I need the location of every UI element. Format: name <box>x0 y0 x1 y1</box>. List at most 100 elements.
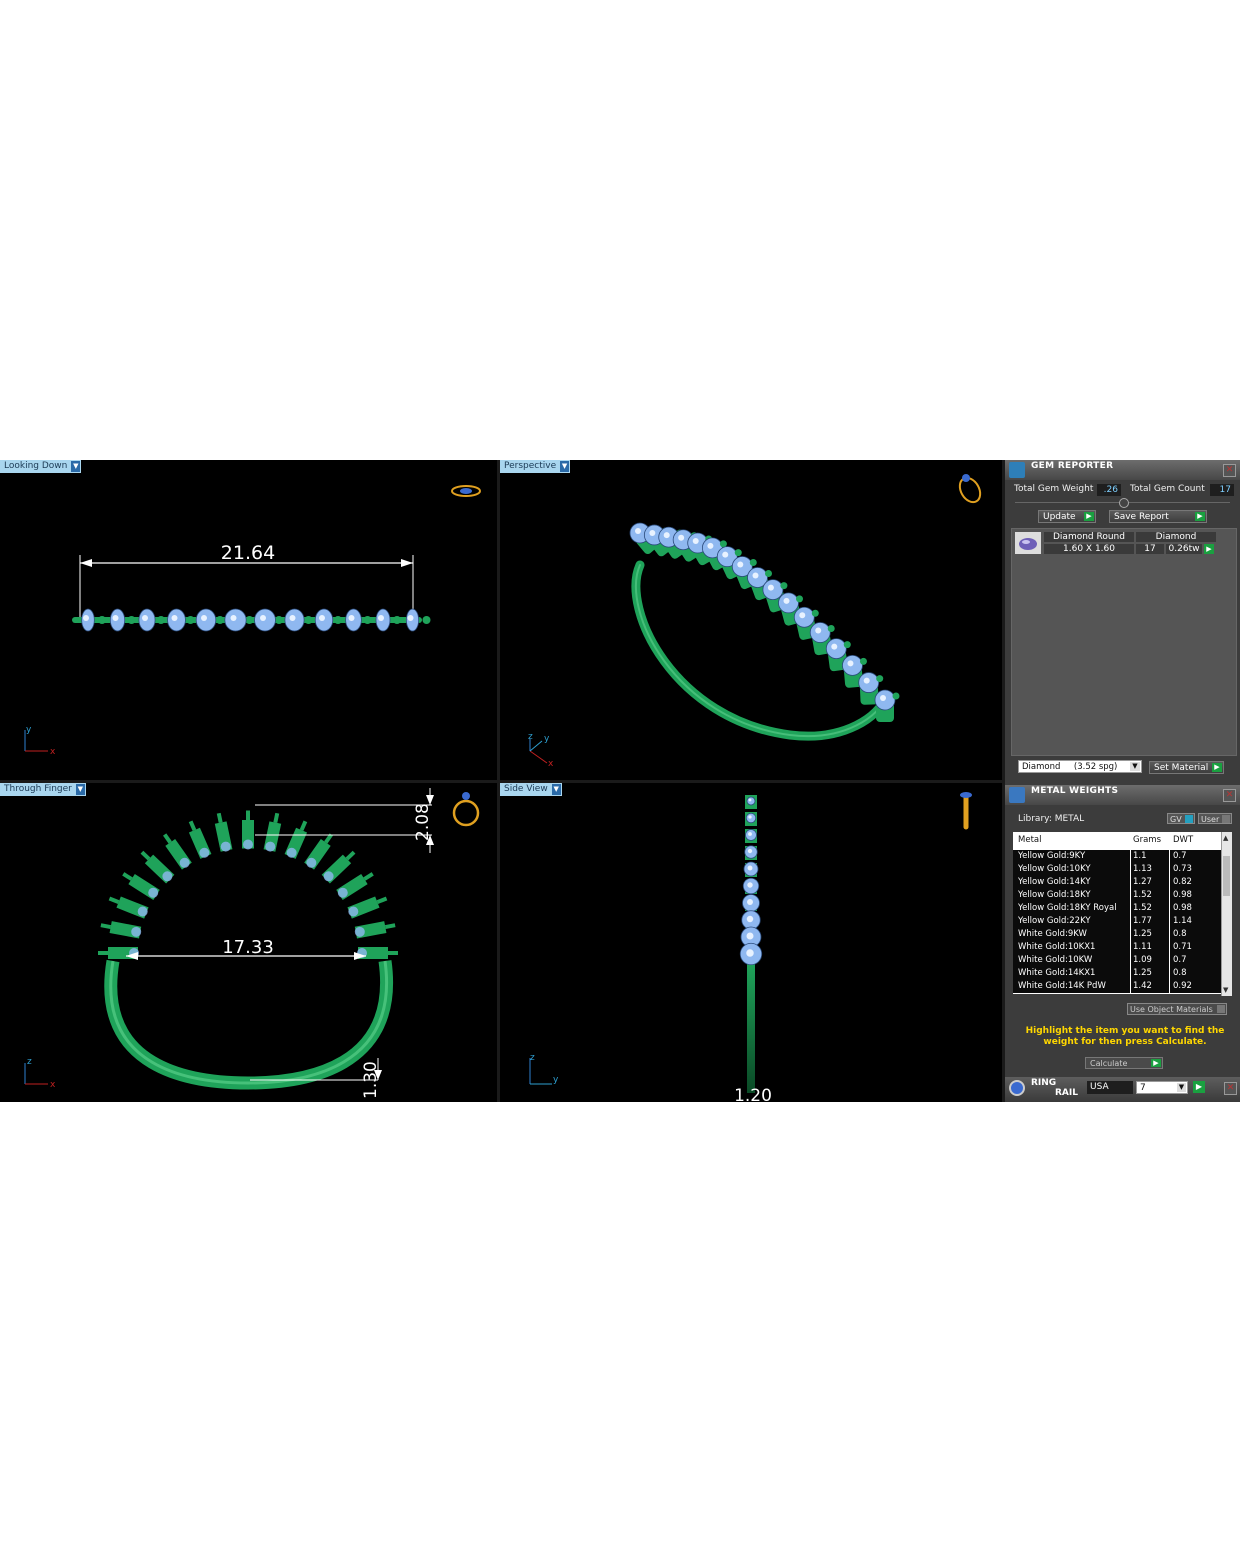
user-toggle[interactable]: User <box>1198 813 1232 824</box>
ring-side-icon <box>960 792 972 830</box>
gem-reporter-title: GEM REPORTER <box>1031 461 1114 471</box>
table-scrollbar[interactable]: ▲ ▼ <box>1221 832 1232 996</box>
grams-cell: 1.25 <box>1133 929 1152 939</box>
axis-y-label: y <box>553 1075 559 1085</box>
gem-highlight <box>746 915 754 923</box>
chevron-down-icon[interactable]: ▼ <box>75 784 85 795</box>
chevron-down-icon[interactable]: ▼ <box>551 784 561 795</box>
prong <box>334 616 342 624</box>
metal-name-cell: White Gold:9KW <box>1018 929 1087 939</box>
viewport-looking-down[interactable]: y x 21.64 Looking Down ▼ <box>0 460 497 780</box>
view-tab-through-finger[interactable]: Through Finger ▼ <box>0 783 86 796</box>
perspective-render: z y x <box>528 474 982 769</box>
save-report-button-label: Save Report <box>1114 512 1169 522</box>
table-row[interactable]: Yellow Gold:22KY 1.77 1.14 <box>1013 915 1221 929</box>
metal-weights-title: METAL WEIGHTS <box>1031 786 1119 796</box>
prong <box>780 582 788 590</box>
calculate-button[interactable]: Calculate ▶ <box>1085 1057 1163 1069</box>
gem-thumbnail[interactable] <box>1015 532 1041 554</box>
prong <box>422 616 431 624</box>
collapse-handle-icon[interactable] <box>1119 498 1129 508</box>
ring-size-select[interactable]: 7 ▼ <box>1136 1081 1188 1094</box>
apply-size-button[interactable]: ▶ <box>1193 1081 1205 1093</box>
metal-name-cell: White Gold:10KW <box>1018 955 1093 965</box>
gem <box>354 926 365 937</box>
table-row[interactable]: Yellow Gold:9KY 1.1 0.7 <box>1013 850 1221 864</box>
prong <box>245 616 254 624</box>
gem-reporter-header[interactable]: GEM REPORTER ✕ <box>1005 460 1240 480</box>
gem <box>348 906 359 917</box>
gem-highlight <box>747 882 753 888</box>
axis-x-label: x <box>50 747 56 757</box>
view-tab-perspective[interactable]: Perspective ▼ <box>500 460 571 473</box>
grams-cell: 1.77 <box>1133 916 1152 926</box>
view-tab-looking-down[interactable]: Looking Down ▼ <box>0 460 82 473</box>
chevron-down-icon[interactable]: ▼ <box>1130 762 1140 771</box>
gem-highlight <box>678 534 685 541</box>
play-icon[interactable]: ▶ <box>1204 544 1214 554</box>
prong <box>324 833 333 844</box>
metal-weights-header[interactable]: METAL WEIGHTS ✕ <box>1005 785 1240 805</box>
use-object-materials-toggle[interactable]: Use Object Materials <box>1127 1003 1227 1015</box>
prong <box>122 872 133 881</box>
use-object-materials-label: Use Object Materials <box>1130 1005 1213 1014</box>
table-row[interactable]: White Gold:14K PdW 1.42 0.92 <box>1013 980 1221 994</box>
gem-highlight <box>289 615 296 621</box>
gem-highlight <box>83 615 89 621</box>
set-material-button[interactable]: Set Material ▶ <box>1149 761 1224 774</box>
table-row[interactable]: White Gold:14KX1 1.25 0.8 <box>1013 967 1221 981</box>
prong <box>299 820 308 831</box>
chevron-down-icon[interactable]: ▼ <box>1177 1083 1186 1092</box>
axis-y-label: y <box>544 734 550 744</box>
view-tab-side-view[interactable]: Side View ▼ <box>500 783 562 796</box>
total-gem-count-field: 17 <box>1210 484 1234 496</box>
save-report-button[interactable]: Save Report ▶ <box>1109 510 1207 523</box>
prong <box>393 616 401 624</box>
gem-highlight <box>847 660 854 667</box>
table-row[interactable]: Yellow Gold:10KY 1.13 0.73 <box>1013 863 1221 877</box>
gem-highlight <box>752 572 759 579</box>
close-icon[interactable]: ✕ <box>1223 464 1236 477</box>
table-row[interactable]: White Gold:10KX1 1.11 0.71 <box>1013 941 1221 955</box>
close-icon[interactable]: ✕ <box>1223 789 1236 802</box>
chevron-down-icon[interactable]: ▼ <box>560 461 570 472</box>
gem-highlight <box>378 615 384 621</box>
table-row[interactable]: Yellow Gold:14KY 1.27 0.82 <box>1013 876 1221 890</box>
gem <box>131 926 142 937</box>
metal-name-cell: Yellow Gold:10KY <box>1018 864 1091 874</box>
total-gem-count-label: Total Gem Count <box>1130 484 1205 494</box>
update-button[interactable]: Update ▶ <box>1038 510 1096 523</box>
material-select[interactable]: Diamond (3.52 spg) ▼ <box>1018 760 1142 773</box>
prong <box>363 616 372 624</box>
gem <box>179 857 190 868</box>
dwt-cell: 0.98 <box>1173 903 1192 913</box>
axis-z-label: z <box>27 1057 32 1067</box>
gem-highlight <box>692 538 699 545</box>
prong <box>876 675 884 683</box>
side-view-render: z y <box>529 792 972 1093</box>
table-row[interactable]: White Gold:9KW 1.25 0.8 <box>1013 928 1221 942</box>
table-row[interactable]: Yellow Gold:18KY Royal 1.52 0.98 <box>1013 902 1221 916</box>
gem-highlight <box>201 615 207 621</box>
table-row[interactable]: White Gold:10KW 1.09 0.7 <box>1013 954 1221 968</box>
gem-highlight <box>112 615 119 621</box>
ring-perspective-icon <box>958 474 982 504</box>
calculate-button-label: Calculate <box>1090 1059 1128 1068</box>
ring-through-finger-icon <box>452 792 480 827</box>
close-icon[interactable]: ✕ <box>1224 1082 1237 1095</box>
play-icon: ▶ <box>1212 763 1222 772</box>
prong <box>892 692 900 700</box>
play-icon: ▶ <box>1084 512 1094 521</box>
gem <box>220 841 231 852</box>
table-header-row: Metal Grams DWT <box>1013 834 1221 847</box>
viewport-perspective[interactable]: z y x Perspective ▼ <box>500 460 1002 780</box>
view-tab-label: Side View <box>504 784 548 794</box>
gem-highlight <box>783 597 790 604</box>
table-row[interactable]: Yellow Gold:18KY 1.52 0.98 <box>1013 889 1221 903</box>
viewport-side-view[interactable]: z y 1.20 Side View ▼ <box>500 783 1002 1102</box>
gem-highlight <box>319 615 325 621</box>
chevron-down-icon[interactable]: ▼ <box>71 461 81 472</box>
gv-toggle[interactable]: GV <box>1167 813 1195 824</box>
viewport-through-finger[interactable]: z x 17.33 2.08 1.30 Through Finger ▼ <box>0 783 497 1102</box>
ring-region-field[interactable]: USA <box>1087 1081 1133 1094</box>
